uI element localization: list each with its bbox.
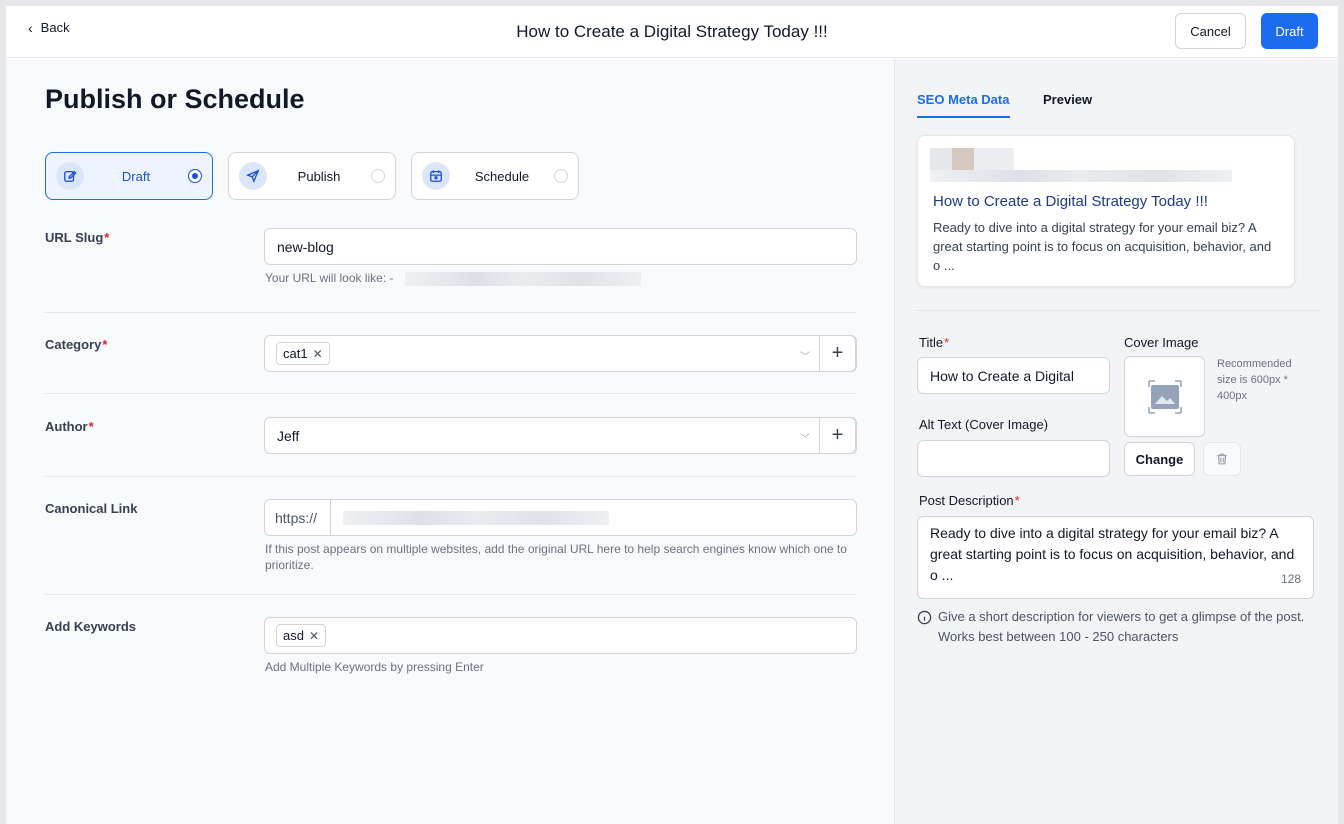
draft-button[interactable]: Draft <box>1261 13 1318 49</box>
status-option-label: Schedule <box>474 168 530 184</box>
author-select[interactable]: Jeff ﹀ + <box>264 417 857 454</box>
image-placeholder-icon <box>1147 379 1182 414</box>
send-icon <box>239 162 267 190</box>
tab-seo-meta-data[interactable]: SEO Meta Data <box>917 92 1009 107</box>
character-count: 128 <box>1280 572 1301 586</box>
info-icon <box>917 610 932 625</box>
cover-image-note: Recommended size is 600px * 400px <box>1217 358 1292 402</box>
status-option-schedule[interactable]: Schedule <box>411 152 579 200</box>
author-value: Jeff <box>277 427 300 444</box>
canonical-link-label: Canonical Link <box>45 501 138 516</box>
remove-tag-icon[interactable]: ✕ <box>309 629 319 643</box>
category-select[interactable]: cat1 ✕ ﹀ + <box>264 335 857 372</box>
url-slug-label: URL Slug* <box>45 230 110 245</box>
title-label: Title* <box>919 335 950 350</box>
tab-preview[interactable]: Preview <box>1043 92 1092 107</box>
edit-icon <box>56 162 84 190</box>
status-option-draft[interactable]: Draft <box>45 152 213 200</box>
post-description-textarea[interactable]: Ready to dive into a digital strategy fo… <box>917 516 1314 599</box>
chevron-down-icon: ﹀ <box>800 434 810 445</box>
active-tab-indicator <box>917 116 1010 118</box>
keywords-input[interactable]: asd ✕ <box>264 617 857 654</box>
remove-tag-icon[interactable]: ✕ <box>313 347 323 361</box>
change-cover-button[interactable]: Change <box>1124 442 1195 476</box>
cover-image-label: Cover Image <box>1124 335 1199 350</box>
radio-selected[interactable] <box>188 169 202 183</box>
redacted-url <box>930 170 1232 182</box>
keywords-helper: Add Multiple Keywords by pressing Enter <box>265 660 484 674</box>
canonical-link-input[interactable]: https:// <box>264 499 857 536</box>
status-option-publish[interactable]: Publish <box>228 152 396 200</box>
url-slug-value: new-blog <box>277 238 334 255</box>
cover-image-thumbnail[interactable] <box>1124 356 1205 437</box>
url-preview-helper: Your URL will look like: - <box>265 270 641 286</box>
post-description-hint: Give a short description for viewers to … <box>917 607 1307 647</box>
post-description-label: Post Description* <box>919 493 1020 508</box>
keyword-tag: asd ✕ <box>276 624 327 647</box>
chevron-down-icon: ﹀ <box>800 352 810 363</box>
radio-unselected[interactable] <box>554 169 568 183</box>
category-tag: cat1 ✕ <box>276 342 330 365</box>
section-heading: Publish or Schedule <box>45 84 305 114</box>
radio-unselected[interactable] <box>371 169 385 183</box>
redacted-favicon <box>974 148 1014 170</box>
alt-text-label: Alt Text (Cover Image) <box>919 417 1049 432</box>
divider <box>45 476 856 477</box>
redacted-favicon <box>930 148 952 170</box>
delete-cover-button[interactable] <box>1203 442 1241 476</box>
redacted-url <box>343 510 609 525</box>
canonical-helper: If this post appears on multiple website… <box>265 542 847 572</box>
divider <box>45 594 856 595</box>
app-window: ‹ Back How to Create a Digital Strategy … <box>6 6 1338 824</box>
redacted-url <box>404 271 641 286</box>
post-description-value: Ready to dive into a digital strategy fo… <box>930 525 1295 583</box>
divider <box>45 393 856 394</box>
status-option-label: Draft <box>121 168 151 184</box>
url-prefix: https:// <box>265 500 331 535</box>
publish-form: Publish or Schedule Draft Publish Schedu… <box>6 59 894 824</box>
status-option-label: Publish <box>297 168 341 184</box>
alt-text-input[interactable] <box>917 440 1110 477</box>
title-value: How to Create a Digital <box>930 367 1074 384</box>
add-author-button[interactable]: + <box>819 417 856 454</box>
preview-title: How to Create a Digital Strategy Today !… <box>933 193 1208 210</box>
search-preview-card: How to Create a Digital Strategy Today !… <box>917 135 1295 287</box>
divider <box>45 312 856 313</box>
redacted-favicon <box>952 148 974 170</box>
keywords-label: Add Keywords <box>45 619 137 634</box>
author-label: Author* <box>45 419 94 434</box>
cancel-button[interactable]: Cancel <box>1175 13 1246 49</box>
top-bar: ‹ Back How to Create a Digital Strategy … <box>6 6 1338 58</box>
divider <box>915 310 1320 311</box>
page-title: How to Create a Digital Strategy Today !… <box>516 22 828 41</box>
trash-icon <box>1217 453 1227 465</box>
title-input[interactable]: How to Create a Digital <box>917 357 1110 394</box>
calendar-icon <box>422 162 450 190</box>
url-slug-input[interactable]: new-blog <box>264 228 857 265</box>
category-label: Category* <box>45 337 108 352</box>
add-category-button[interactable]: + <box>819 335 856 372</box>
preview-description: Ready to dive into a digital strategy fo… <box>933 220 1272 273</box>
seo-sidebar: SEO Meta Data Preview How to Create a Di… <box>894 59 1338 824</box>
